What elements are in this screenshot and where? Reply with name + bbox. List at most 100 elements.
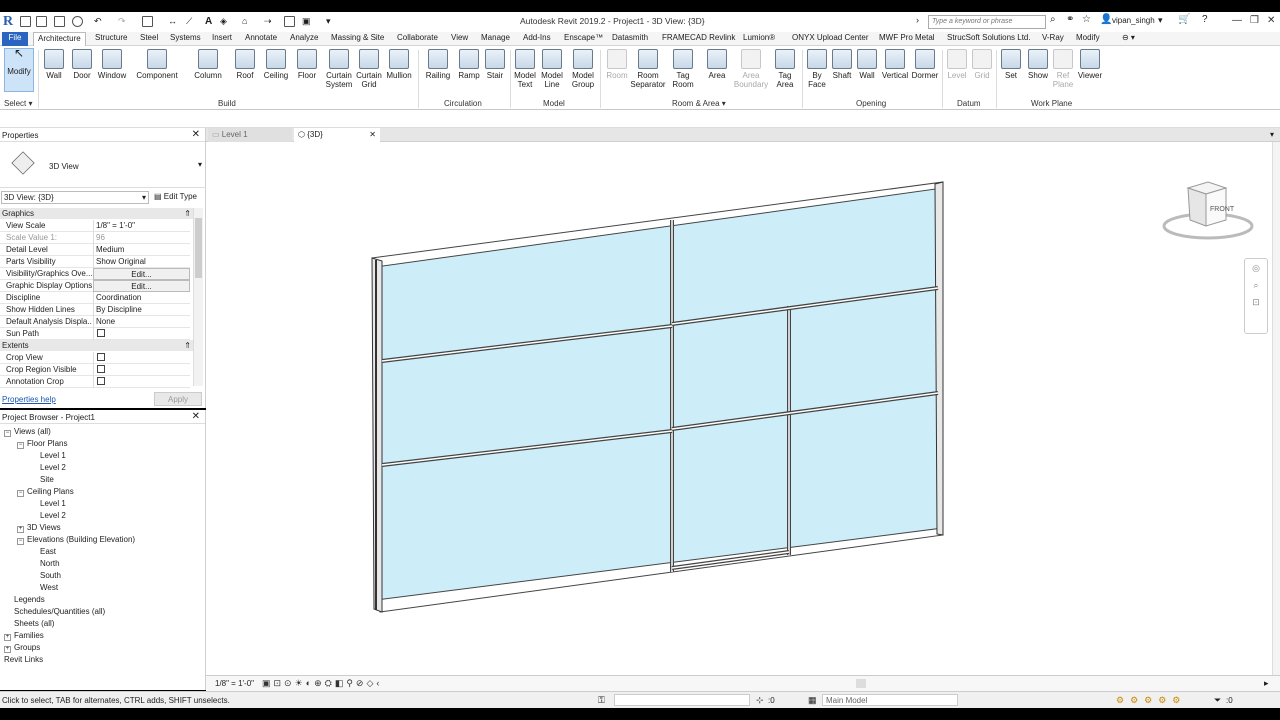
model-dropdown[interactable]: Main Model bbox=[822, 694, 958, 706]
room-button[interactable]: Room bbox=[604, 49, 630, 80]
tab-3d[interactable]: ⬡ {3D} ✕ bbox=[294, 128, 380, 142]
modify-button[interactable]: ↖ Modify bbox=[4, 47, 34, 92]
model-text-button[interactable]: Model Text bbox=[514, 49, 536, 89]
browser-item[interactable]: − Views (all) bbox=[4, 427, 51, 437]
tab-massing-site[interactable]: Massing & Site bbox=[331, 33, 384, 42]
viewcube[interactable]: FRONT bbox=[1160, 180, 1256, 242]
collapse-icon[interactable]: − bbox=[17, 538, 24, 545]
default-3d-icon[interactable]: ⌂ bbox=[242, 16, 253, 27]
zoom-region-icon[interactable]: ⊡ bbox=[1245, 297, 1267, 308]
property-row[interactable]: Graphic Display Options Edit... bbox=[0, 280, 190, 292]
tab-manage[interactable]: Manage bbox=[481, 33, 510, 42]
vertical-button[interactable]: Vertical bbox=[880, 49, 910, 80]
worksets-icon[interactable]: ⚿ bbox=[598, 695, 605, 706]
tab-insert[interactable]: Insert bbox=[212, 33, 232, 42]
browser-item[interactable]: Level 2 bbox=[40, 463, 66, 472]
workset-dropdown[interactable] bbox=[614, 694, 750, 706]
measure-icon[interactable]: ↔ bbox=[168, 16, 179, 27]
tab-level-1[interactable]: ▭ Level 1 bbox=[208, 128, 292, 142]
user-icon[interactable]: 👤 bbox=[1100, 14, 1112, 25]
property-value[interactable] bbox=[93, 352, 190, 364]
tag-area-button[interactable]: Tag Area bbox=[772, 49, 798, 89]
expand-icon[interactable]: + bbox=[17, 526, 24, 533]
property-value[interactable] bbox=[93, 328, 190, 340]
text-icon[interactable]: A bbox=[205, 16, 216, 27]
ramp-button[interactable]: Ramp bbox=[456, 49, 482, 80]
level-button[interactable]: Level bbox=[946, 49, 968, 80]
close-icon[interactable]: ✕ bbox=[192, 129, 200, 140]
checkbox[interactable] bbox=[97, 329, 105, 337]
tag-room-button[interactable]: Tag Room bbox=[670, 49, 696, 89]
tab-modify[interactable]: Modify bbox=[1076, 33, 1100, 42]
revit-logo-icon[interactable]: R bbox=[3, 14, 15, 29]
tab-architecture[interactable]: Architecture bbox=[33, 32, 86, 46]
roof-button[interactable]: Roof bbox=[234, 49, 256, 80]
tab-collaborate[interactable]: Collaborate bbox=[397, 33, 438, 42]
sync-icon[interactable] bbox=[72, 16, 83, 27]
curtain-grid-button[interactable]: Curtain Grid bbox=[356, 49, 382, 89]
dormer-button[interactable]: Dormer bbox=[910, 49, 940, 80]
curtain-wall-model[interactable] bbox=[206, 142, 1272, 675]
area-button[interactable]: Area bbox=[704, 49, 730, 80]
chevron-down-icon[interactable]: ▾ bbox=[198, 160, 202, 169]
filter-icon[interactable]: ⏷ bbox=[1214, 695, 1221, 706]
design-options-icon[interactable]: ▦ bbox=[808, 695, 817, 706]
browser-item[interactable]: South bbox=[40, 571, 61, 580]
customize-qat-icon[interactable]: ▾ bbox=[326, 16, 337, 27]
area-boundary-button[interactable]: Area Boundary bbox=[732, 49, 770, 89]
extents-category[interactable]: Extents ⇑ bbox=[0, 340, 193, 351]
ceiling-button[interactable]: Ceiling bbox=[262, 49, 290, 80]
browser-item[interactable]: Level 2 bbox=[40, 511, 66, 520]
property-value[interactable]: Medium bbox=[93, 244, 190, 256]
undo-icon[interactable]: ↶ bbox=[94, 16, 105, 27]
browser-item[interactable]: Schedules/Quantities (all) bbox=[14, 607, 105, 616]
select-panel-label[interactable]: Select ▾ bbox=[4, 99, 32, 108]
ribbon-toggle-icon[interactable]: ⊖ ▾ bbox=[1122, 33, 1135, 42]
viewer-button[interactable]: Viewer bbox=[1076, 49, 1104, 80]
tab-file[interactable]: File bbox=[2, 32, 28, 46]
mullion-button[interactable]: Mullion bbox=[384, 49, 414, 80]
view-scale-control[interactable]: 1/8" = 1'-0" bbox=[215, 679, 254, 688]
tab-datasmith[interactable]: Datasmith bbox=[612, 33, 648, 42]
navigation-bar[interactable]: ◎ ⌕ ⊡ bbox=[1244, 258, 1268, 334]
tab-annotate[interactable]: Annotate bbox=[245, 33, 277, 42]
restore-icon[interactable]: ❐ bbox=[1250, 15, 1259, 26]
railing-button[interactable]: Railing bbox=[424, 49, 452, 80]
tab-enscape[interactable]: Enscape™ bbox=[564, 33, 603, 42]
subscription-icon[interactable]: ⚭ bbox=[1066, 14, 1074, 25]
property-row[interactable]: Visibility/Graphics Ove... Edit... bbox=[0, 268, 190, 280]
collapse-icon[interactable]: − bbox=[17, 442, 24, 449]
expand-icon[interactable]: + bbox=[4, 646, 11, 653]
browser-item[interactable]: +3D Views bbox=[17, 523, 61, 533]
help-icon[interactable]: ? bbox=[1202, 14, 1208, 25]
ref-plane-button[interactable]: Ref Plane bbox=[1052, 49, 1074, 89]
property-value[interactable]: None bbox=[93, 316, 190, 328]
show-button[interactable]: Show bbox=[1026, 49, 1050, 80]
edit-type-button[interactable]: ▤ Edit Type bbox=[154, 192, 197, 201]
property-row[interactable]: Scale Value 1: 96 bbox=[0, 232, 190, 244]
property-row[interactable]: Crop Region Visible bbox=[0, 364, 190, 376]
properties-help-link[interactable]: Properties help bbox=[2, 395, 56, 404]
tab-structure[interactable]: Structure bbox=[95, 33, 127, 42]
open-file-icon[interactable] bbox=[36, 16, 47, 27]
tab-strucsoft[interactable]: StrucSoft Solutions Ltd. bbox=[947, 33, 1031, 42]
wall-button[interactable]: Wall bbox=[44, 49, 64, 80]
binoculars-icon[interactable]: ⌕ bbox=[1050, 14, 1056, 25]
chevron-down-icon[interactable]: ▾ bbox=[1158, 15, 1163, 26]
properties-scrollbar[interactable] bbox=[193, 208, 203, 386]
viewcube-front-label[interactable]: FRONT bbox=[1210, 206, 1234, 213]
browser-item[interactable]: + Families bbox=[4, 631, 44, 641]
browser-item[interactable]: Level 1 bbox=[40, 451, 66, 460]
browser-item[interactable]: West bbox=[40, 583, 58, 592]
browser-item[interactable]: Legends bbox=[14, 595, 45, 604]
browser-item[interactable]: − Ceiling Plans bbox=[17, 487, 74, 497]
tab-systems[interactable]: Systems bbox=[170, 33, 201, 42]
set-button[interactable]: Set bbox=[1000, 49, 1022, 80]
shaft-button[interactable]: Shaft bbox=[830, 49, 854, 80]
browser-item[interactable]: Site bbox=[40, 475, 54, 484]
stair-button[interactable]: Stair bbox=[484, 49, 506, 80]
graphics-category[interactable]: Graphics ⇑ bbox=[0, 208, 193, 219]
chevron-right-icon[interactable]: › bbox=[916, 15, 919, 25]
column-button[interactable]: Column bbox=[192, 49, 224, 80]
checkbox[interactable] bbox=[97, 377, 105, 385]
